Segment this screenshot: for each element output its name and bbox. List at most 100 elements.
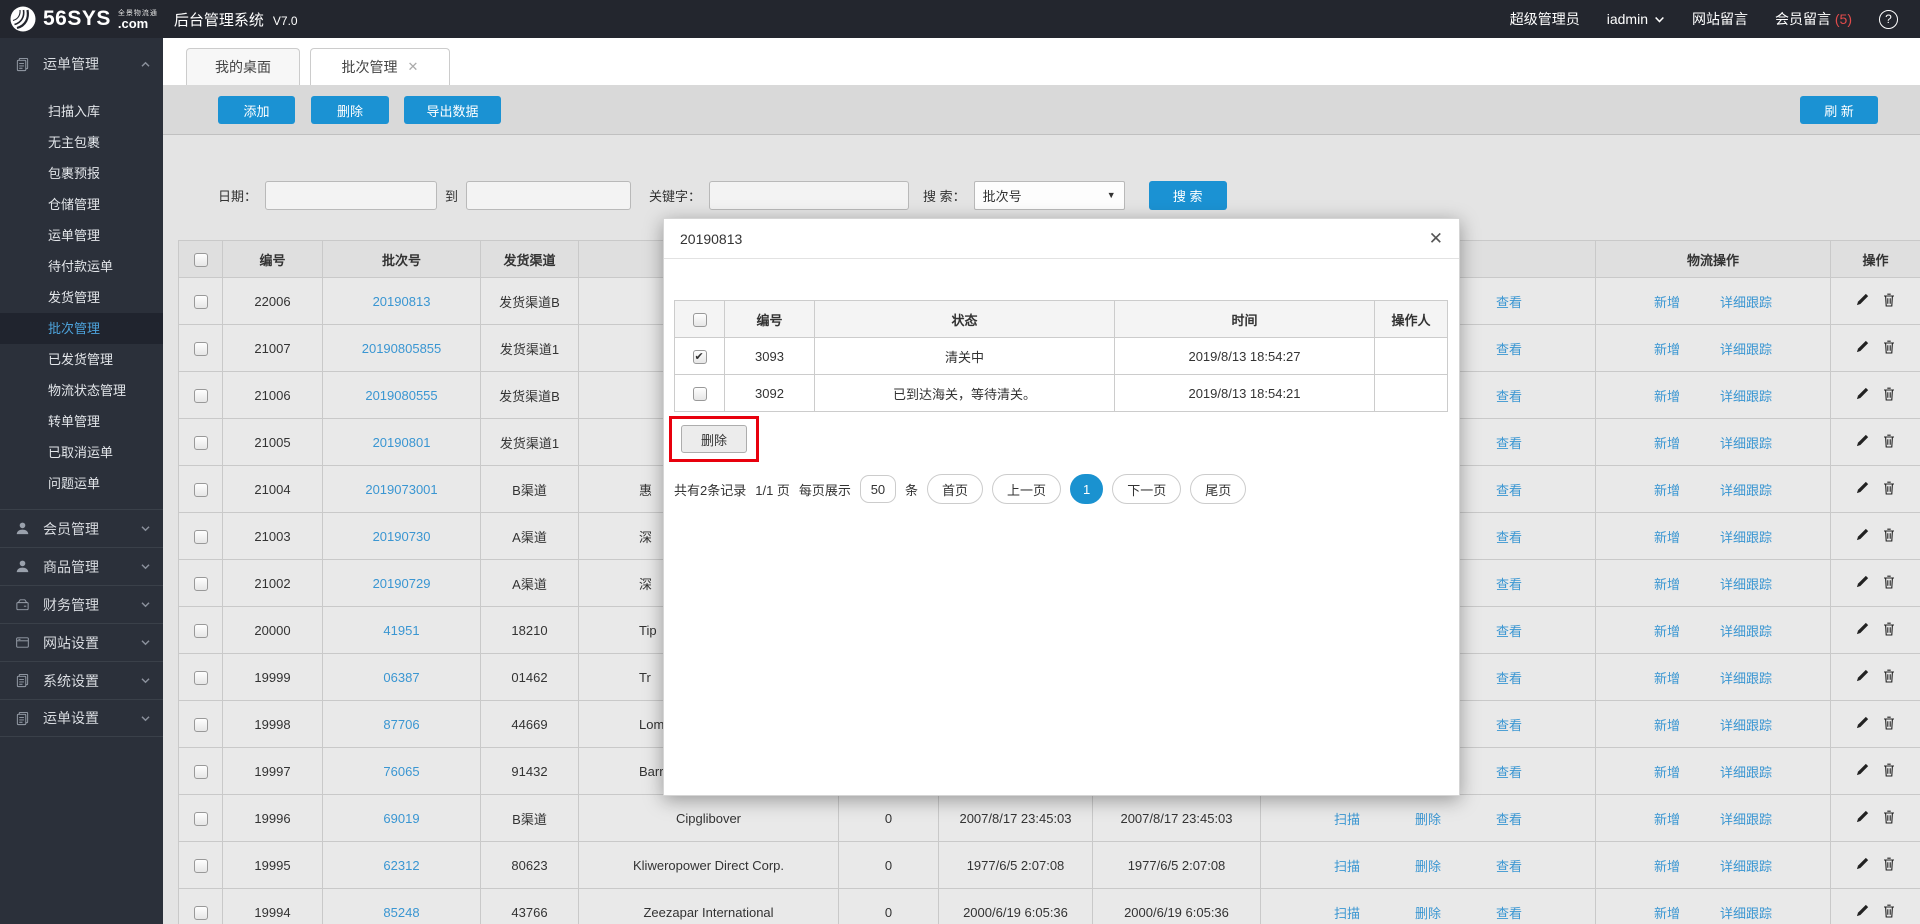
row-checkbox[interactable] bbox=[194, 483, 208, 497]
sidebar-item-logistics-status-management[interactable]: 物流状态管理 bbox=[0, 375, 163, 406]
add-tracking-link[interactable]: 新增 bbox=[1654, 339, 1680, 358]
edit-icon[interactable] bbox=[1856, 293, 1869, 309]
sidebar-item-pending-payment-waybills[interactable]: 待付款运单 bbox=[0, 251, 163, 282]
sidebar-section-finance-management[interactable]: 财务管理 bbox=[0, 585, 163, 623]
add-tracking-link[interactable]: 新增 bbox=[1654, 527, 1680, 546]
row-checkbox[interactable] bbox=[194, 624, 208, 638]
edit-icon[interactable] bbox=[1856, 716, 1869, 732]
add-tracking-link[interactable]: 新增 bbox=[1654, 386, 1680, 405]
row-checkbox[interactable] bbox=[194, 765, 208, 779]
trash-icon[interactable] bbox=[1883, 340, 1895, 357]
delete-link[interactable]: 删除 bbox=[1415, 809, 1441, 828]
trash-icon[interactable] bbox=[1883, 810, 1895, 827]
detail-tracking-link[interactable]: 详细跟踪 bbox=[1720, 292, 1772, 311]
edit-icon[interactable] bbox=[1856, 622, 1869, 638]
scan-link[interactable]: 扫描 bbox=[1334, 809, 1360, 828]
detail-tracking-link[interactable]: 详细跟踪 bbox=[1720, 574, 1772, 593]
sidebar-item-batch-management[interactable]: 批次管理 bbox=[0, 313, 163, 344]
batch-number-link[interactable]: 69019 bbox=[383, 811, 419, 826]
first-page-button[interactable]: 首页 bbox=[927, 474, 983, 504]
edit-icon[interactable] bbox=[1856, 763, 1869, 779]
sidebar-section-member-management[interactable]: 会员管理 bbox=[0, 509, 163, 547]
modal-row-checkbox[interactable] bbox=[693, 350, 707, 364]
sidebar-item-shipping-management[interactable]: 发货管理 bbox=[0, 282, 163, 313]
view-link[interactable]: 查看 bbox=[1496, 668, 1522, 687]
add-tracking-link[interactable]: 新增 bbox=[1654, 433, 1680, 452]
row-checkbox[interactable] bbox=[194, 389, 208, 403]
add-button[interactable]: 添加 bbox=[218, 96, 295, 124]
batch-number-link[interactable]: 20190805855 bbox=[362, 341, 442, 356]
batch-number-link[interactable]: 2019080555 bbox=[365, 388, 437, 403]
edit-icon[interactable] bbox=[1856, 669, 1869, 685]
sidebar-item-cancelled-waybills[interactable]: 已取消运单 bbox=[0, 437, 163, 468]
edit-icon[interactable] bbox=[1856, 810, 1869, 826]
detail-tracking-link[interactable]: 详细跟踪 bbox=[1720, 339, 1772, 358]
add-tracking-link[interactable]: 新增 bbox=[1654, 856, 1680, 875]
prev-page-button[interactable]: 上一页 bbox=[992, 474, 1061, 504]
view-link[interactable]: 查看 bbox=[1496, 386, 1522, 405]
batch-number-link[interactable]: 76065 bbox=[383, 764, 419, 779]
sidebar-item-unclaimed-packages[interactable]: 无主包裹 bbox=[0, 127, 163, 158]
trash-icon[interactable] bbox=[1883, 528, 1895, 545]
batch-number-link[interactable]: 20190729 bbox=[373, 576, 431, 591]
add-tracking-link[interactable]: 新增 bbox=[1654, 903, 1680, 922]
add-tracking-link[interactable]: 新增 bbox=[1654, 762, 1680, 781]
batch-number-link[interactable]: 2019073001 bbox=[365, 482, 437, 497]
edit-icon[interactable] bbox=[1856, 340, 1869, 356]
sidebar-section-site-settings[interactable]: 网站设置 bbox=[0, 623, 163, 661]
trash-icon[interactable] bbox=[1883, 481, 1895, 498]
next-page-button[interactable]: 下一页 bbox=[1112, 474, 1181, 504]
sidebar-item-shipped-management[interactable]: 已发货管理 bbox=[0, 344, 163, 375]
detail-tracking-link[interactable]: 详细跟踪 bbox=[1720, 480, 1772, 499]
sidebar-item-scan-inbound[interactable]: 扫描入库 bbox=[0, 96, 163, 127]
sidebar-item-warehouse-management[interactable]: 仓储管理 bbox=[0, 189, 163, 220]
edit-icon[interactable] bbox=[1856, 528, 1869, 544]
row-checkbox[interactable] bbox=[194, 342, 208, 356]
batch-number-link[interactable]: 20190801 bbox=[373, 435, 431, 450]
view-link[interactable]: 查看 bbox=[1496, 715, 1522, 734]
last-page-button[interactable]: 尾页 bbox=[1190, 474, 1246, 504]
add-tracking-link[interactable]: 新增 bbox=[1654, 292, 1680, 311]
view-link[interactable]: 查看 bbox=[1496, 903, 1522, 922]
batch-number-link[interactable]: 87706 bbox=[383, 717, 419, 732]
add-tracking-link[interactable]: 新增 bbox=[1654, 574, 1680, 593]
view-link[interactable]: 查看 bbox=[1496, 480, 1522, 499]
row-checkbox[interactable] bbox=[194, 530, 208, 544]
detail-tracking-link[interactable]: 详细跟踪 bbox=[1720, 809, 1772, 828]
select-all-checkbox[interactable] bbox=[194, 253, 208, 267]
modal-row-checkbox[interactable] bbox=[693, 387, 707, 401]
date-from-input[interactable] bbox=[265, 181, 437, 210]
keyword-input[interactable] bbox=[709, 181, 909, 210]
detail-tracking-link[interactable]: 详细跟踪 bbox=[1720, 903, 1772, 922]
add-tracking-link[interactable]: 新增 bbox=[1654, 480, 1680, 499]
row-checkbox[interactable] bbox=[194, 812, 208, 826]
per-page-input[interactable]: 50 bbox=[860, 475, 896, 503]
row-checkbox[interactable] bbox=[194, 671, 208, 685]
trash-icon[interactable] bbox=[1883, 904, 1895, 921]
date-to-input[interactable] bbox=[466, 181, 631, 210]
row-checkbox[interactable] bbox=[194, 718, 208, 732]
detail-tracking-link[interactable]: 详细跟踪 bbox=[1720, 386, 1772, 405]
modal-select-all-checkbox[interactable] bbox=[693, 313, 707, 327]
view-link[interactable]: 查看 bbox=[1496, 809, 1522, 828]
sidebar-item-transfer-management[interactable]: 转单管理 bbox=[0, 406, 163, 437]
batch-number-link[interactable]: 06387 bbox=[383, 670, 419, 685]
trash-icon[interactable] bbox=[1883, 763, 1895, 780]
view-link[interactable]: 查看 bbox=[1496, 856, 1522, 875]
row-checkbox[interactable] bbox=[194, 577, 208, 591]
edit-icon[interactable] bbox=[1856, 575, 1869, 591]
batch-number-link[interactable]: 41951 bbox=[383, 623, 419, 638]
detail-tracking-link[interactable]: 详细跟踪 bbox=[1720, 527, 1772, 546]
batch-number-link[interactable]: 20190813 bbox=[373, 294, 431, 309]
view-link[interactable]: 查看 bbox=[1496, 527, 1522, 546]
sidebar-section-waybill-management[interactable]: 运单管理 bbox=[0, 38, 163, 90]
view-link[interactable]: 查看 bbox=[1496, 433, 1522, 452]
trash-icon[interactable] bbox=[1883, 857, 1895, 874]
row-checkbox[interactable] bbox=[194, 295, 208, 309]
edit-icon[interactable] bbox=[1856, 387, 1869, 403]
detail-tracking-link[interactable]: 详细跟踪 bbox=[1720, 668, 1772, 687]
detail-tracking-link[interactable]: 详细跟踪 bbox=[1720, 762, 1772, 781]
scan-link[interactable]: 扫描 bbox=[1334, 856, 1360, 875]
help-icon[interactable]: ? bbox=[1879, 10, 1898, 29]
close-icon[interactable]: ✕ bbox=[1429, 229, 1443, 249]
